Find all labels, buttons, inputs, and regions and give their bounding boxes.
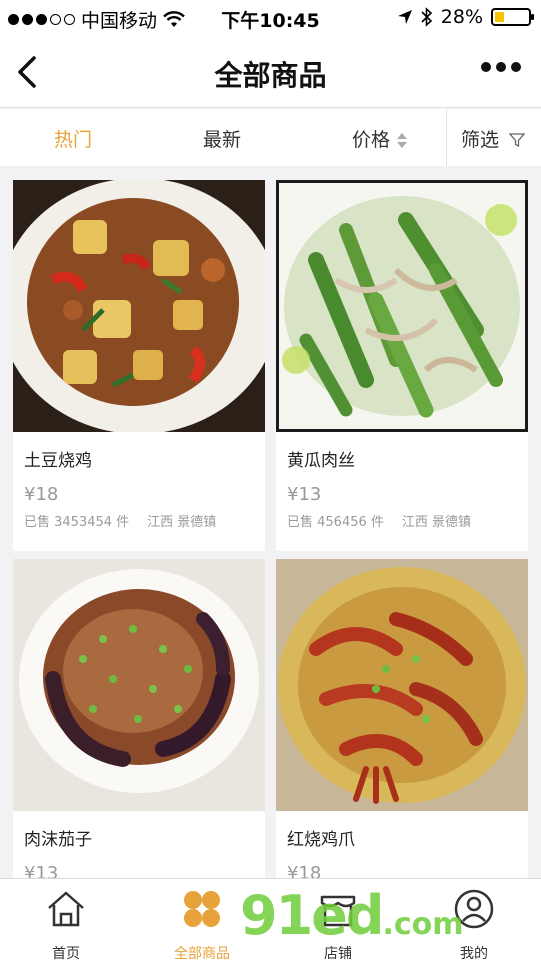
tab-mine[interactable]: 我的 xyxy=(424,887,524,960)
tab-all-products-label: 全部商品 xyxy=(174,946,230,960)
navigation-bar: 全部商品 xyxy=(0,36,541,108)
bluetooth-icon xyxy=(421,7,432,27)
shop-icon xyxy=(320,895,356,927)
product-name: 红烧鸡爪 xyxy=(287,830,355,850)
product-meta: 已售 3453454 件 江西 景德镇 xyxy=(13,505,265,530)
sold-count: 已售 3453454 件 xyxy=(24,515,130,530)
tab-divider xyxy=(446,109,447,166)
product-card[interactable]: 土豆烧鸡 ¥18 已售 3453454 件 江西 景德镇 xyxy=(13,180,265,551)
product-name: 黄瓜肉丝 xyxy=(287,451,355,471)
funnel-icon xyxy=(508,133,526,148)
tab-hot[interactable]: 热门 xyxy=(54,125,92,152)
product-name: 肉沫茄子 xyxy=(24,830,92,850)
sort-tabs: 热门 最新 价格 筛选 xyxy=(0,109,541,166)
tab-home-label: 首页 xyxy=(52,946,80,960)
sold-count: 已售 456456 件 xyxy=(287,515,384,530)
product-card[interactable]: 肉沫茄子 ¥13 xyxy=(13,559,265,878)
grid-icon xyxy=(184,891,220,927)
product-name: 土豆烧鸡 xyxy=(24,451,92,471)
sort-arrows-icon xyxy=(396,132,408,150)
tab-all-products[interactable]: 全部商品 xyxy=(152,887,252,960)
product-location: 江西 景德镇 xyxy=(147,515,217,530)
tab-price[interactable]: 价格 xyxy=(352,125,408,152)
product-card[interactable]: 黄瓜肉丝 ¥13 已售 456456 件 江西 景德镇 xyxy=(276,180,528,551)
product-image xyxy=(13,559,265,811)
tab-filter[interactable]: 筛选 xyxy=(461,125,526,152)
product-image xyxy=(276,180,528,432)
tab-mine-label: 我的 xyxy=(460,946,488,960)
product-grid: 土豆烧鸡 ¥18 已售 3453454 件 江西 景德镇 黄瓜肉丝 ¥13 已售… xyxy=(0,166,541,878)
more-options-icon[interactable] xyxy=(481,62,521,72)
bottom-tab-bar: 首页 全部商品 店铺 我的 xyxy=(0,878,541,960)
product-image xyxy=(13,180,265,432)
product-location: 江西 景德镇 xyxy=(401,515,472,530)
product-price: ¥18 xyxy=(287,863,322,878)
tab-shop-label: 店铺 xyxy=(324,946,352,960)
status-bar: 中国移动 下午10:45 28% xyxy=(0,0,541,36)
product-meta: 已售 456456 件 江西 景德镇 xyxy=(276,505,528,530)
tab-newest[interactable]: 最新 xyxy=(203,125,241,152)
product-price: ¥18 xyxy=(24,484,59,505)
page-title: 全部商品 xyxy=(214,59,327,92)
tab-filter-label: 筛选 xyxy=(461,129,500,151)
battery-percent: 28% xyxy=(440,6,483,28)
tab-shop[interactable]: 店铺 xyxy=(288,887,388,960)
user-icon xyxy=(454,889,494,929)
tab-home[interactable]: 首页 xyxy=(16,887,116,960)
product-image xyxy=(276,559,528,811)
location-arrow-icon xyxy=(397,10,412,24)
product-card[interactable]: 红烧鸡爪 ¥18 xyxy=(276,559,528,878)
product-price: ¥13 xyxy=(287,484,322,505)
tab-price-label: 价格 xyxy=(352,129,391,151)
home-icon xyxy=(48,891,84,927)
status-right: 28% xyxy=(397,6,534,28)
battery-icon xyxy=(491,8,534,26)
product-price: ¥13 xyxy=(24,863,59,878)
